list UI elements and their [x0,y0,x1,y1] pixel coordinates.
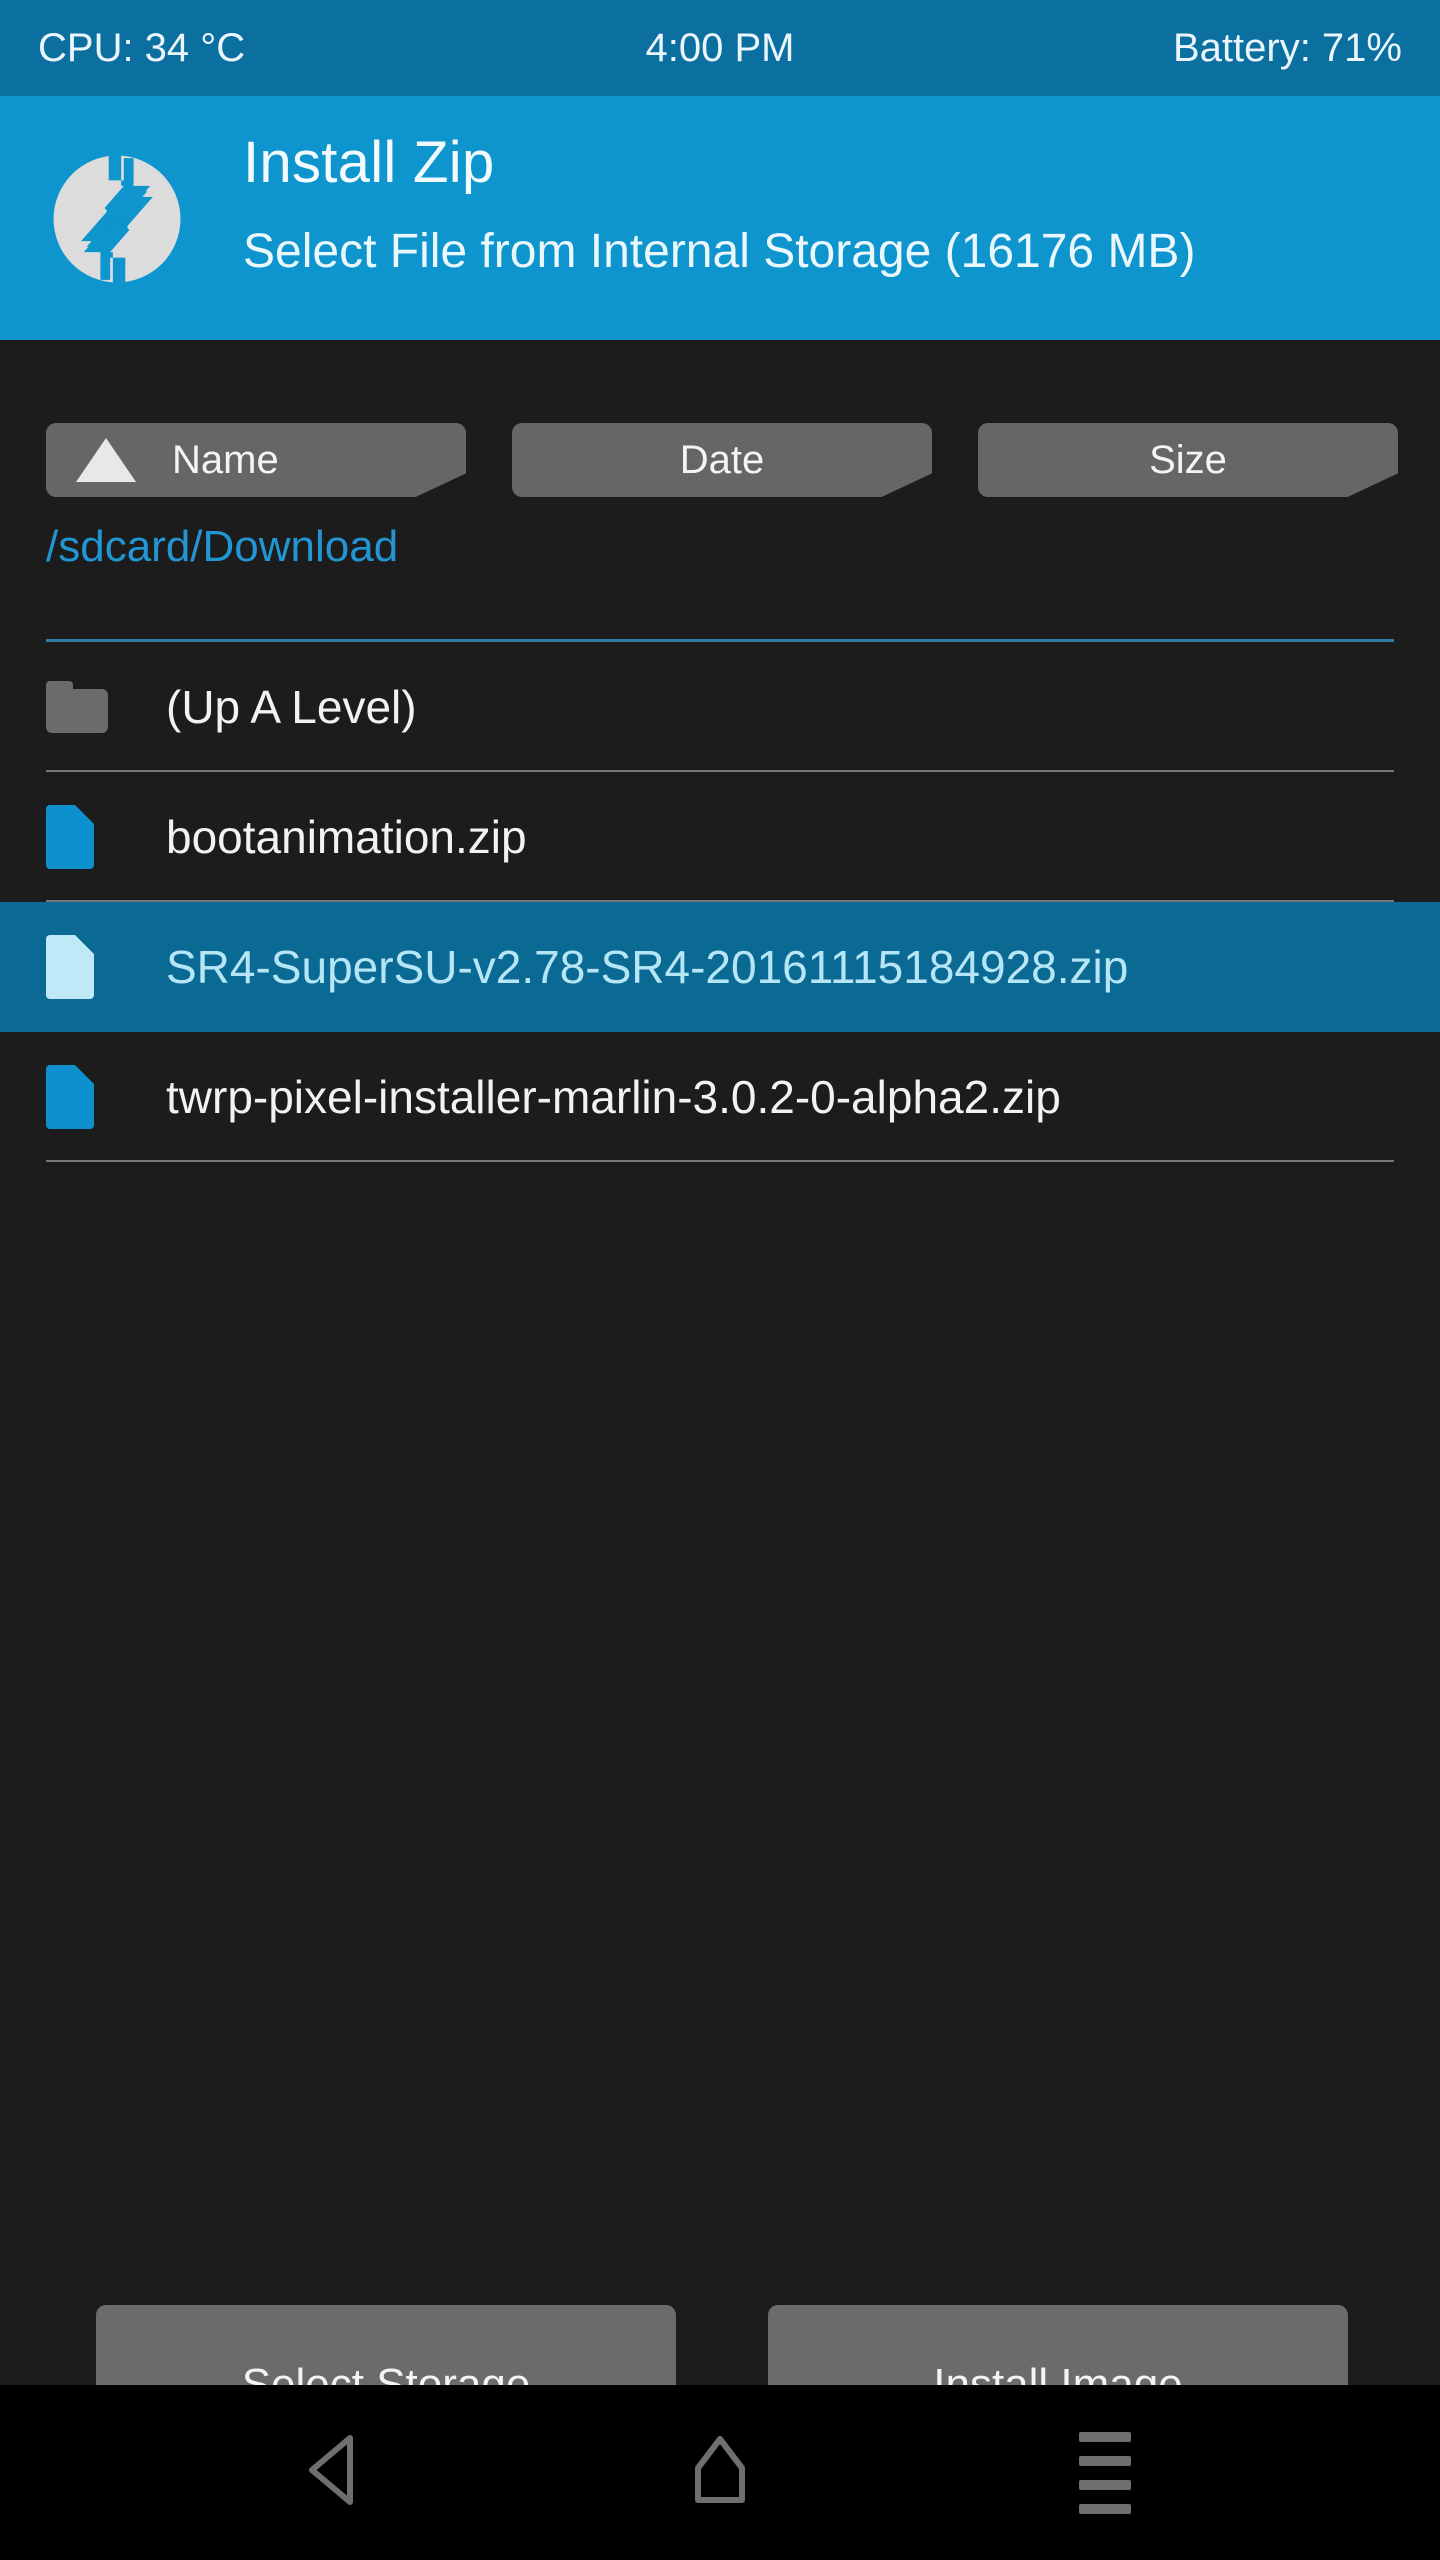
page-subtitle: Select File from Internal Storage (16176… [243,225,1196,278]
list-item-label: bootanimation.zip [166,811,527,863]
status-bar: CPU: 34 °C 4:00 PM Battery: 71% [0,0,1440,96]
status-battery: Battery: 71% [1172,25,1402,70]
list-item[interactable]: twrp-pixel-installer-marlin-3.0.2-0-alph… [0,1032,1440,1162]
sort-by-date-label: Date [679,437,765,482]
list-item-label: (Up A Level) [166,681,417,733]
header-text-group: Install Zip Select File from Internal St… [243,134,1195,276]
folder-icon [46,681,166,733]
sort-ascending-triangle-icon [76,438,136,482]
list-divider [46,1160,1394,1162]
file-list: (Up A Level) bootanimation.zip SR4-Super… [0,642,1440,1162]
sort-by-name-button[interactable]: Name [46,423,466,497]
sort-bar: Name Date Size [0,423,1440,497]
menu-button[interactable] [1025,2385,1185,2560]
list-item[interactable]: (Up A Level) [0,642,1440,772]
sort-by-size-button[interactable]: Size [978,423,1398,497]
android-navigation-bar [0,2385,1440,2560]
page-title: Install Zip [243,130,495,195]
menu-icon [1079,2431,1131,2514]
list-item[interactable]: bootanimation.zip [0,772,1440,902]
sort-by-name-label: Name [172,437,279,482]
home-button[interactable] [640,2385,800,2560]
file-icon [46,1065,166,1129]
twrp-install-zip-screen: CPU: 34 °C 4:00 PM Battery: 71% Install … [0,0,1440,2560]
list-item-label: twrp-pixel-installer-marlin-3.0.2-0-alph… [166,1071,1061,1123]
content-area: Name Date Size /sdcard/Download (Up A Le… [0,340,1440,2465]
sort-by-size-label: Size [1149,437,1227,482]
current-path-breadcrumb: /sdcard/Download [46,522,399,571]
list-item-label: SR4-SuperSU-v2.78-SR4-20161115184928.zip [166,941,1129,993]
home-icon [689,2434,751,2511]
back-triangle-icon [304,2434,366,2511]
back-button[interactable] [255,2385,415,2560]
sort-by-date-button[interactable]: Date [512,423,932,497]
list-item-selected[interactable]: SR4-SuperSU-v2.78-SR4-20161115184928.zip [0,902,1440,1032]
file-icon [46,805,166,869]
twrp-logo-icon [48,150,186,288]
app-header: Install Zip Select File from Internal St… [0,96,1440,340]
file-icon [46,935,166,999]
